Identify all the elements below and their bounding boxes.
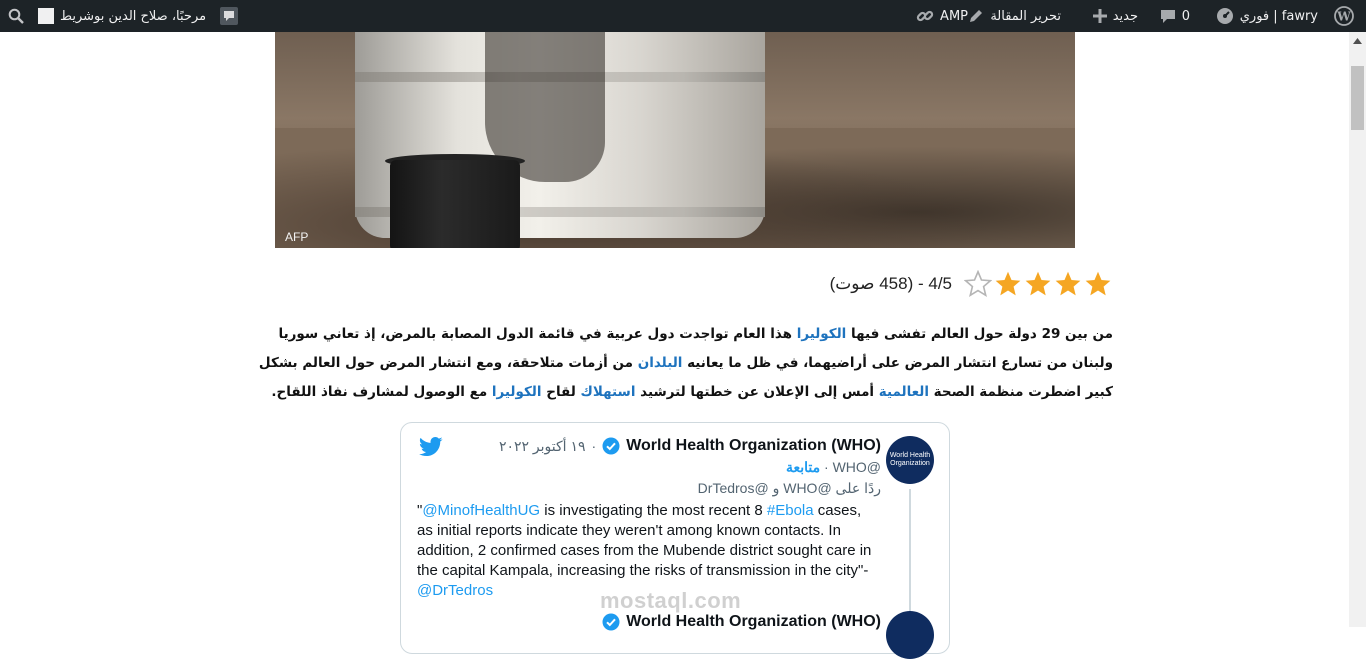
speech-icon — [220, 7, 238, 25]
wordpress-icon: W — [1334, 6, 1354, 26]
link-icon — [916, 7, 934, 25]
search-icon — [8, 8, 24, 24]
amp-label: AMP — [940, 8, 968, 24]
my-account-menu[interactable]: مرحبًا، صلاح الدين بوشريط — [38, 0, 206, 32]
star-icon[interactable] — [1024, 270, 1052, 298]
hashtag-link[interactable]: #Ebola — [767, 502, 814, 519]
tweet-handle[interactable]: @WHO — [833, 459, 881, 475]
comments-count: 0 — [1181, 8, 1190, 24]
comments-menu[interactable]: 0 — [1160, 0, 1190, 32]
tweet-author-avatar[interactable]: World Health Organization — [886, 436, 934, 484]
admin-comments-shortcut[interactable] — [220, 0, 238, 32]
reply-tweet-header: World Health Organization (WHO) — [602, 613, 881, 631]
account-greeting: مرحبًا، صلاح الدين بوشريط — [60, 8, 207, 24]
mention-link[interactable]: @MinofHealthUG — [422, 502, 540, 519]
tag-link-consumption[interactable]: استهلاك — [581, 384, 636, 400]
scrollbar-thumb[interactable] — [1351, 66, 1364, 130]
admin-bar: W fawry | فوري 0 جديد تحرير المقالة AMP — [0, 0, 1366, 32]
rating-summary: 4/5 - (458 صوت) — [829, 274, 952, 293]
admin-search-button[interactable] — [8, 0, 24, 32]
follow-button[interactable]: متابعة — [786, 459, 820, 475]
post-rating[interactable]: 4/5 - (458 صوت) — [830, 268, 1112, 300]
reply-author-avatar[interactable] — [886, 611, 934, 659]
verified-badge-icon — [602, 437, 620, 455]
thread-line — [909, 489, 911, 615]
plus-icon — [1092, 9, 1107, 23]
embedded-tweet[interactable]: World Health Organization World Health O… — [400, 422, 950, 659]
article-featured-image: AFP — [275, 32, 1075, 248]
edit-post-label: تحرير المقالة — [990, 8, 1061, 24]
page-scrollbar[interactable] — [1349, 32, 1366, 627]
tweet-text: "@MinofHealthUG is investigating the mos… — [417, 502, 872, 599]
svg-text:W: W — [1336, 10, 1351, 24]
star-empty-icon[interactable] — [964, 270, 992, 298]
scroll-up-arrow-icon[interactable] — [1349, 32, 1366, 49]
image-credit: AFP — [285, 230, 309, 244]
verified-badge-icon — [602, 613, 620, 631]
new-label: جديد — [1112, 8, 1138, 24]
star-icon[interactable] — [1054, 270, 1082, 298]
dashboard-icon — [1216, 7, 1234, 25]
site-name-menu[interactable]: fawry | فوري — [1216, 0, 1318, 32]
tweet-author-name[interactable]: World Health Organization (WHO) — [626, 437, 881, 455]
tag-link-countries[interactable]: البلدان — [638, 355, 683, 371]
reply-author-name[interactable]: World Health Organization (WHO) — [626, 613, 881, 631]
tweet-handle-row: @WHO · متابعة — [785, 459, 881, 475]
tag-link-cholera-2[interactable]: الكوليرا — [492, 384, 542, 400]
star-icon[interactable] — [1084, 270, 1112, 298]
article-paragraph: من بين 29 دولة حول العالم تفشى فيها الكو… — [258, 326, 1113, 400]
pencil-icon — [968, 8, 984, 24]
twitter-bird-icon[interactable] — [418, 437, 443, 462]
avatar — [38, 8, 54, 24]
site-name-label: fawry | فوري — [1239, 8, 1318, 24]
star-icon[interactable] — [994, 270, 1022, 298]
tweet-date[interactable]: ١٩ أكتوبر ٢٠٢٢ — [499, 438, 586, 455]
tag-link-cholera[interactable]: الكوليرا — [797, 326, 847, 342]
reply-context: ردًا على @WHO و @DrTedros — [697, 480, 881, 496]
watermark: mostaql.com — [600, 588, 742, 613]
wordpress-logo-button[interactable]: W — [1334, 0, 1354, 32]
edit-post-link[interactable]: تحرير المقالة — [968, 0, 1061, 32]
tag-link-global[interactable]: العالمية — [879, 384, 929, 400]
tweet-header: World Health Organization (WHO) · ١٩ أكت… — [498, 437, 881, 455]
amp-menu[interactable]: AMP — [916, 0, 968, 32]
new-content-menu[interactable]: جديد — [1092, 0, 1138, 32]
mention-link[interactable]: @DrTedros — [417, 582, 493, 599]
comment-bubble-icon — [1160, 8, 1176, 24]
